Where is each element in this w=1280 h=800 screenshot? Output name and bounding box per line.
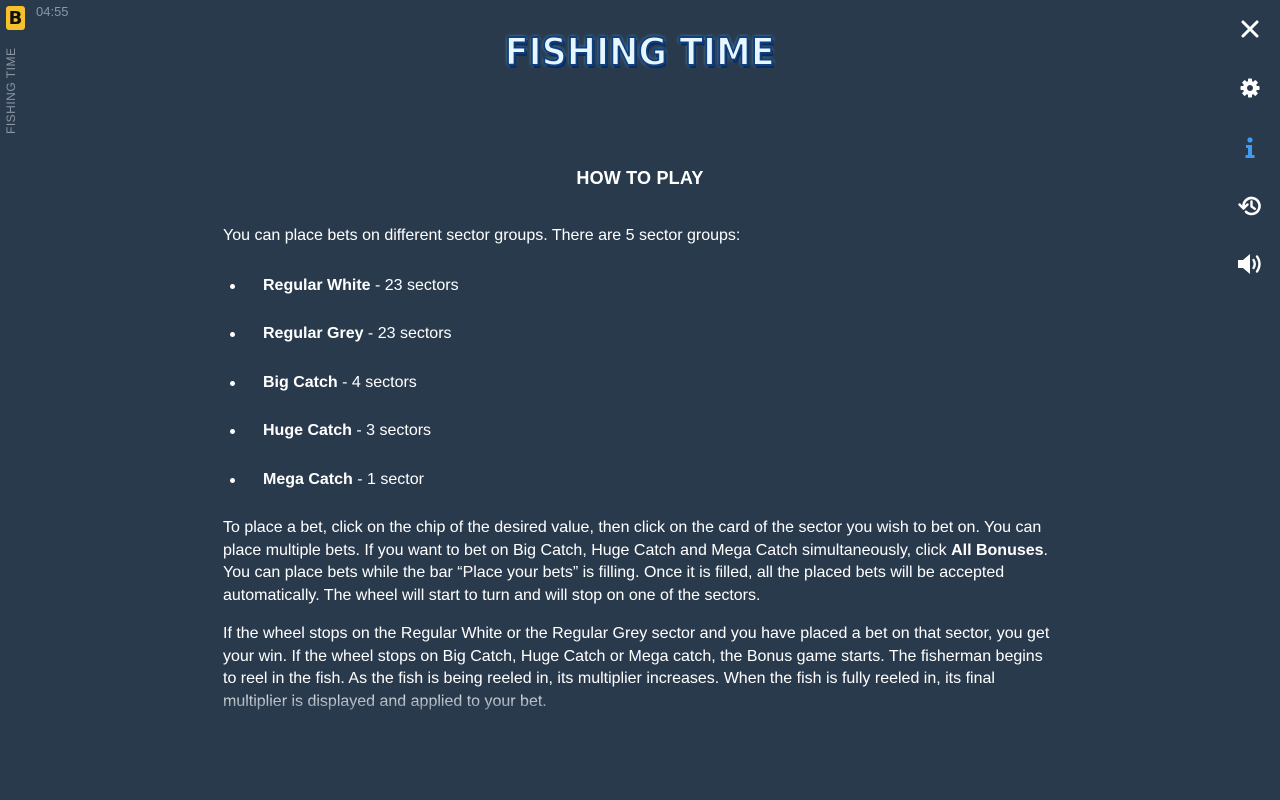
- rules-heading: HOW TO PLAY: [576, 168, 704, 188]
- speaker-icon: [1238, 254, 1261, 274]
- right-toolbar: [1220, 0, 1280, 800]
- info-button[interactable]: [1234, 132, 1266, 164]
- bullet: [230, 332, 235, 337]
- group-count: - 3 sectors: [351, 422, 432, 439]
- group-name: Mega Catch: [263, 470, 353, 488]
- game-side-title: FISHING TIME: [4, 47, 18, 134]
- bullet: [230, 429, 235, 434]
- list-item: Regular Grey - 23 sectors: [223, 323, 1057, 345]
- rules-content[interactable]: HOW TO PLAY You can place bets on differ…: [223, 160, 1057, 736]
- list-item: Regular White - 23 sectors: [223, 275, 1057, 297]
- rules-intro: You can place bets on different sector g…: [223, 227, 741, 244]
- group-count: - 4 sectors: [337, 373, 417, 391]
- group-name: Big Catch: [263, 373, 338, 391]
- game-info-page: B 04:55 FISHING TIME FISHING TIME HOW TO…: [0, 0, 1280, 800]
- gear-icon: [1240, 78, 1260, 98]
- close-button[interactable]: [1234, 13, 1266, 45]
- group-name: Regular White: [263, 276, 371, 294]
- all-bonuses-label: All Bonuses: [951, 541, 1044, 559]
- list-item: Huge Catch - 3 sectors: [223, 420, 1057, 442]
- sound-button[interactable]: [1234, 248, 1266, 280]
- game-logo: FISHING TIME: [504, 29, 776, 75]
- betting-text-1: To place a bet, click on the chip of the…: [223, 519, 1042, 559]
- history-icon: [1238, 196, 1261, 216]
- rules-outcome-paragraph: If the wheel stops on the Regular White …: [223, 625, 1050, 710]
- list-item: Big Catch - 4 sectors: [223, 372, 1057, 394]
- info-icon: [1245, 137, 1255, 158]
- group-count: - 1 sector: [352, 470, 424, 488]
- close-icon: [1241, 20, 1259, 38]
- group-count: - 23 sectors: [370, 276, 459, 294]
- bullet: [230, 477, 235, 483]
- game-logo-text: FISHING TIME: [504, 29, 776, 75]
- clock: 04:55: [36, 4, 69, 19]
- sector-group-list: Regular White - 23 sectors Regular Grey …: [223, 275, 1057, 491]
- bullet: [230, 380, 235, 386]
- brand-logo: B: [6, 6, 25, 30]
- history-button[interactable]: [1234, 190, 1266, 222]
- settings-button[interactable]: [1234, 72, 1266, 104]
- group-name: Huge Catch: [263, 422, 352, 439]
- rules-betting-paragraph: To place a bet, click on the chip of the…: [223, 517, 1057, 607]
- bullet: [230, 283, 235, 289]
- list-item: Mega Catch - 1 sector: [223, 469, 1057, 491]
- group-count: - 23 sectors: [363, 325, 452, 342]
- group-name: Regular Grey: [263, 325, 364, 342]
